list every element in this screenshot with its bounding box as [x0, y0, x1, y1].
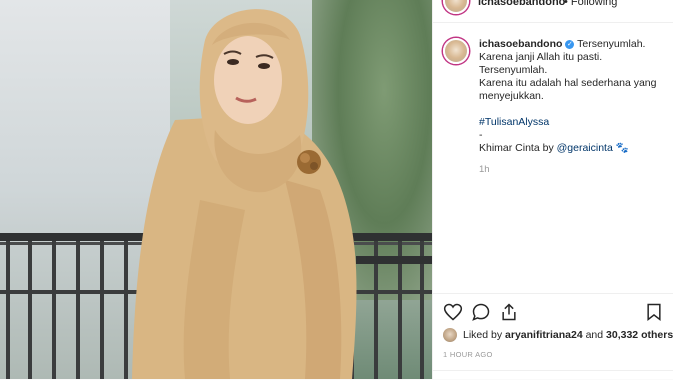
- post-photo[interactable]: [0, 0, 432, 379]
- bookmark-icon[interactable]: [644, 302, 664, 322]
- paw-emoji-icon: 🐾: [615, 142, 629, 154]
- header-avatar[interactable]: [443, 0, 469, 14]
- post-panel: ichasoebandono • Following ichasoebandon…: [432, 0, 673, 379]
- caption-dash: -: [479, 129, 483, 141]
- caption-line: Karena janji Allah itu pasti.: [479, 51, 603, 63]
- mention-link[interactable]: @geraicinta: [557, 142, 613, 154]
- hashtag-link[interactable]: #TulisanAlyssa: [479, 116, 549, 128]
- caption-avatar[interactable]: [443, 38, 469, 64]
- following-status[interactable]: • Following: [564, 0, 617, 8]
- share-icon[interactable]: [499, 302, 519, 322]
- post-timestamp[interactable]: 1 HOUR AGO: [443, 350, 493, 359]
- post-header: ichasoebandono • Following: [433, 0, 673, 23]
- likes-and: and: [585, 329, 604, 341]
- caption-username[interactable]: ichasoebandono: [479, 38, 562, 50]
- photo-person: [132, 9, 357, 379]
- caption-line: Tersenyumlah.: [577, 38, 646, 50]
- caption-line: Karena itu adalah hal sederhana yang men…: [479, 77, 657, 102]
- caption-line: Tersenyumlah.: [479, 64, 548, 76]
- header-username[interactable]: ichasoebandono: [478, 0, 565, 8]
- likes-others[interactable]: 30,332 others: [606, 329, 673, 341]
- liker-username[interactable]: aryanifitriana24: [505, 329, 583, 341]
- post-caption: ichasoebandono ✓ Tersenyumlah. Karena jan…: [443, 38, 668, 176]
- liker-avatar[interactable]: [443, 328, 457, 342]
- heart-icon[interactable]: [443, 302, 463, 322]
- likes-summary: Liked by aryanifitriana24 and 30,332 oth…: [443, 328, 673, 342]
- verified-badge-icon: ✓: [565, 40, 575, 49]
- comment-icon[interactable]: [471, 302, 491, 322]
- caption-time[interactable]: 1h: [479, 163, 668, 176]
- liked-by-prefix: Liked by: [463, 329, 503, 341]
- credit-prefix: Khimar Cinta by: [479, 142, 557, 154]
- post-actions: Liked by aryanifitriana24 and 30,332 oth…: [433, 293, 673, 364]
